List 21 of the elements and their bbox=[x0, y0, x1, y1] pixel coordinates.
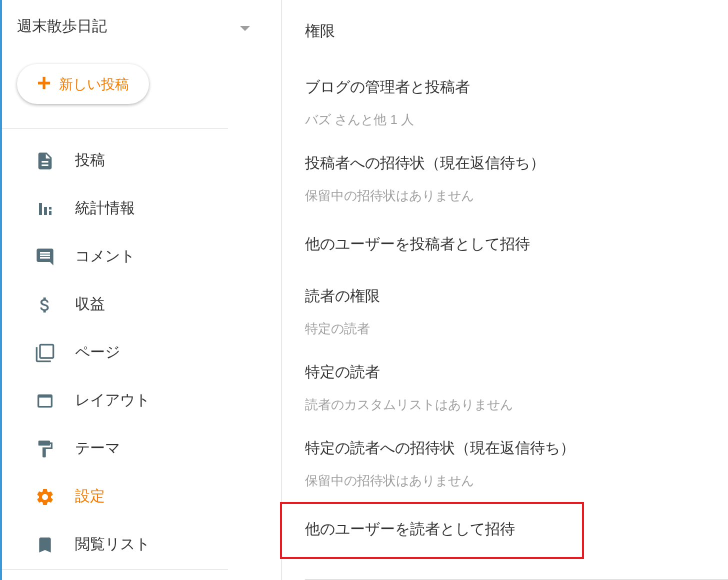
nav-item[interactable]: 収益 bbox=[2, 281, 228, 329]
permission-item[interactable]: 投稿者への招待状（現在返信待ち） 保留中の招待状はありません bbox=[282, 141, 584, 217]
settings-icon bbox=[35, 486, 55, 508]
bar-chart-icon bbox=[37, 201, 53, 217]
comment-icon bbox=[35, 246, 55, 268]
nav-item[interactable]: テーマ bbox=[2, 425, 228, 473]
section-title: 権限 bbox=[305, 22, 335, 42]
permission-item[interactable]: 特定の読者への招待状（現在返信待ち） 保留中の招待状はありません bbox=[282, 426, 584, 502]
nav-item[interactable]: 投稿 bbox=[2, 137, 228, 185]
pages-icon bbox=[35, 342, 55, 364]
permission-item[interactable]: ブログの管理者と投稿者 バズ さんと他 1 人 bbox=[282, 65, 584, 141]
nav-item[interactable]: コメント bbox=[2, 233, 228, 281]
nav-item[interactable]: ページ bbox=[2, 329, 228, 377]
nav-item[interactable]: 閲覧リスト bbox=[2, 521, 228, 569]
permission-item[interactable]: 他のユーザーを投稿者として招待 bbox=[282, 217, 584, 274]
permission-item[interactable]: 特定の読者 読者のカスタムリストはありません bbox=[282, 350, 584, 426]
blog-title: 週末散歩日記 bbox=[17, 17, 107, 38]
permission-item[interactable]: 他のユーザーを読者として招待 bbox=[280, 502, 584, 559]
nav-item[interactable]: 統計情報 bbox=[2, 185, 228, 233]
permission-item[interactable]: 読者の権限 特定の読者 bbox=[282, 274, 584, 350]
nav-item[interactable]: レイアウト bbox=[2, 377, 228, 425]
